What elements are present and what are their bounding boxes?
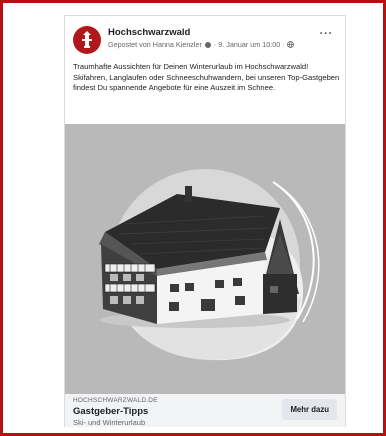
info-icon — [204, 41, 211, 48]
more-options-button[interactable]: ··· — [320, 26, 334, 40]
post-meta: Gepostet von Hanna Kienzler · 9. Januar … — [108, 40, 294, 49]
post-image[interactable] — [65, 124, 345, 394]
link-domain: HOCHSCHWARZWALD.DE — [73, 397, 158, 404]
post-text: Traumhafte Aussichten für Deinen Winteru… — [73, 62, 340, 92]
post-header: Hochschwarzwald Gepostet von Hanna Kienz… — [73, 26, 337, 56]
globe-icon — [286, 41, 294, 48]
link-preview-footer[interactable]: HOCHSCHWARZWALD.DE Gastgeber-Tipps Ski- … — [65, 394, 345, 427]
tower-logo-icon — [82, 31, 92, 48]
facebook-post-card: Hochschwarzwald Gepostet von Hanna Kienz… — [64, 15, 346, 427]
link-description: Ski- und Winterurlaub — [73, 418, 146, 427]
ellipsis-icon: ··· — [319, 26, 333, 40]
post-date[interactable]: · 9. Januar um 10:00 · — [214, 40, 285, 49]
page-avatar[interactable] — [73, 26, 101, 54]
mehr-dazu-button[interactable]: Mehr dazu — [282, 399, 337, 420]
page-name-link[interactable]: Hochschwarzwald — [108, 27, 190, 38]
link-title[interactable]: Gastgeber-Tipps — [73, 406, 148, 417]
posted-by-text: Gepostet von Hanna Kienzler — [108, 40, 202, 49]
house-illustration — [99, 169, 320, 361]
